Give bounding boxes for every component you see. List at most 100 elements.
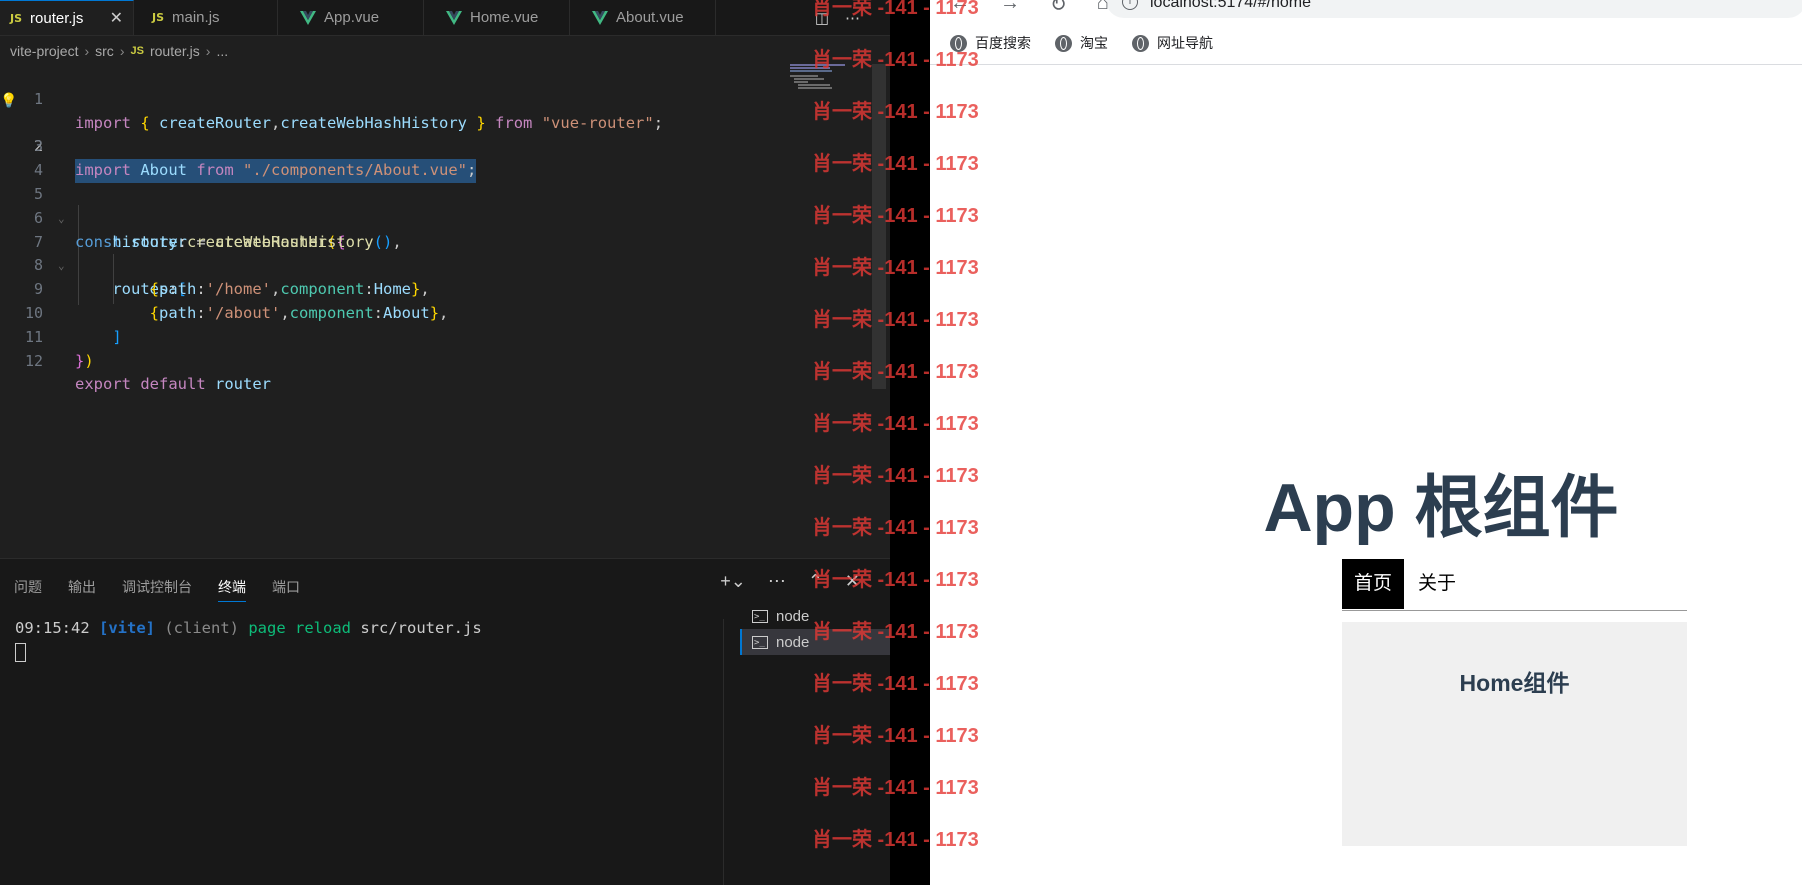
- vue-icon: [300, 10, 316, 25]
- breadcrumb-item[interactable]: vite-project: [10, 43, 78, 59]
- chevron-right-icon: ›: [119, 43, 125, 59]
- js-icon: JS: [130, 45, 144, 57]
- close-panel-icon[interactable]: ✕: [845, 571, 860, 592]
- code-line: 8 {path:'/home',component:Home},: [0, 231, 870, 298]
- editor-tab-bar: JS router.js ✕ JS main.js App.vue Home.v…: [0, 0, 890, 36]
- code-line: 5 ⌄ const router = createRouter({: [0, 159, 870, 251]
- tab-ports[interactable]: 端口: [272, 577, 300, 602]
- code-line: 6 history:createWebHashHistory(),: [0, 183, 870, 251]
- tab-router-js[interactable]: JS router.js ✕: [0, 0, 134, 35]
- tab-label: About.vue: [616, 9, 684, 26]
- bookmark-label: 百度搜索: [975, 35, 1031, 51]
- globe-icon: [1055, 34, 1072, 52]
- code-editor[interactable]: 1 import { createRouter,createWebHashHis…: [0, 64, 870, 394]
- maximize-panel-icon[interactable]: ⌃: [808, 571, 823, 592]
- terminal-item[interactable]: >_ node: [740, 603, 890, 629]
- bookmark-label: 淘宝: [1080, 35, 1108, 51]
- close-icon[interactable]: ✕: [110, 8, 123, 28]
- code-text: }): [75, 351, 94, 370]
- terminal-list: >_ node >_ node: [740, 603, 890, 655]
- window-gap: [890, 0, 930, 885]
- panel-actions: +⌄ ⋯ ⌃ ✕: [720, 571, 860, 592]
- more-actions-icon[interactable]: ⋯: [845, 9, 860, 27]
- app-nav: 首页 关于: [1342, 559, 1687, 611]
- tab-terminal[interactable]: 终端: [218, 577, 246, 602]
- lightbulb-icon[interactable]: 💡: [0, 90, 17, 114]
- code-line: 11 }): [0, 302, 870, 370]
- terminal-client: (client): [164, 619, 239, 637]
- editor-actions: ◫ ⋯: [815, 0, 890, 35]
- terminal-icon: >_: [752, 635, 768, 649]
- nav-buttons: ← → ↻ ⌂: [950, 0, 1109, 17]
- tab-output[interactable]: 输出: [68, 577, 96, 602]
- code-line: 7 ⌄ routes:[: [0, 207, 870, 299]
- address-bar-area: ← → ↻ ⌂ i localhost:5174/#/home: [930, 0, 1802, 20]
- more-actions-icon[interactable]: ⋯: [768, 571, 786, 592]
- globe-icon: [1132, 34, 1149, 52]
- tab-label: router.js: [30, 9, 84, 27]
- js-icon: JS: [10, 11, 23, 25]
- bookmark-taobao[interactable]: 淘宝: [1055, 33, 1108, 53]
- vue-icon: [592, 10, 608, 25]
- new-terminal-icon[interactable]: +⌄: [720, 571, 746, 592]
- tab-label: main.js: [172, 9, 220, 26]
- split-editor-icon[interactable]: ◫: [815, 9, 829, 27]
- terminal-time: 09:15:42: [15, 619, 90, 637]
- terminal-output[interactable]: 09:15:42 [vite] (client) page reload src…: [15, 619, 482, 637]
- tab-main-js[interactable]: JS main.js: [142, 0, 278, 35]
- divider: [930, 64, 1802, 65]
- url-text[interactable]: localhost:5174/#/home: [1150, 0, 1311, 12]
- code-line: 💡 2 import Home from "./components/Home.…: [0, 88, 870, 179]
- home-icon[interactable]: ⌂: [1097, 0, 1109, 17]
- tab-label: App.vue: [324, 9, 380, 26]
- bottom-panel: 问题 输出 调试控制台 终端 端口 +⌄ ⋯ ⌃ ✕ 09:15:42 [vit…: [0, 558, 890, 885]
- browser-window: ← → ↻ ⌂ i localhost:5174/#/home 百度搜索 淘宝 …: [930, 0, 1802, 885]
- code-line: 9 {path:'/about',component:About},: [0, 254, 870, 322]
- code-text: export default router: [75, 375, 272, 394]
- terminal-action: page reload: [248, 619, 351, 637]
- globe-icon: [950, 34, 967, 52]
- chevron-right-icon: ›: [205, 43, 211, 59]
- breadcrumb-item[interactable]: src: [95, 43, 114, 59]
- tab-label: Home.vue: [470, 9, 539, 26]
- tab-about-vue[interactable]: About.vue: [582, 0, 716, 35]
- nav-link-home[interactable]: 首页: [1342, 559, 1405, 609]
- code-line: 3 import About from "./components/About.…: [0, 112, 870, 183]
- router-view: Home组件: [1342, 622, 1687, 846]
- tab-debug-console[interactable]: 调试控制台: [122, 577, 192, 602]
- terminal-file: src/router.js: [360, 619, 482, 637]
- reload-icon[interactable]: ↻: [1050, 0, 1067, 17]
- terminal-icon: >_: [752, 609, 768, 623]
- code-line: 4: [0, 135, 870, 179]
- line-number: 12: [24, 351, 43, 370]
- forward-icon[interactable]: →: [1000, 0, 1020, 17]
- tab-problems[interactable]: 问题: [14, 577, 42, 602]
- code-line: 10 ]: [0, 278, 870, 346]
- breadcrumb-item[interactable]: router.js: [150, 43, 200, 59]
- chevron-right-icon: ›: [84, 43, 90, 59]
- terminal-cursor: [15, 643, 26, 662]
- minimap[interactable]: [790, 64, 860, 94]
- tab-home-vue[interactable]: Home.vue: [436, 0, 570, 35]
- vue-icon: [446, 10, 462, 25]
- terminal-item-label: node: [776, 607, 810, 625]
- bookmark-nav[interactable]: 网址导航: [1132, 33, 1213, 53]
- terminal-item-active[interactable]: >_ node: [740, 629, 890, 655]
- bookmark-baidu[interactable]: 百度搜索: [950, 33, 1031, 53]
- breadcrumb: vite-project › src › JS router.js › ...: [10, 40, 228, 62]
- bookmark-label: 网址导航: [1157, 35, 1213, 51]
- terminal-tag: [vite]: [99, 619, 155, 637]
- breadcrumb-item[interactable]: ...: [216, 43, 228, 59]
- code-line: 1 import { createRouter,createWebHashHis…: [0, 64, 870, 132]
- divider: [723, 619, 724, 885]
- bookmarks-bar: 百度搜索 淘宝 网址导航: [950, 30, 1213, 56]
- back-icon[interactable]: ←: [950, 0, 970, 17]
- home-component-text: Home组件: [1459, 670, 1570, 696]
- code-line: 12 export default router: [0, 326, 870, 394]
- nav-link-about[interactable]: 关于: [1406, 559, 1468, 609]
- page-title: App 根组件: [1263, 470, 1619, 546]
- vscode-window: JS router.js ✕ JS main.js App.vue Home.v…: [0, 0, 890, 885]
- tab-app-vue[interactable]: App.vue: [290, 0, 424, 35]
- terminal-item-label: node: [776, 633, 810, 651]
- editor-scrollbar[interactable]: [872, 64, 886, 389]
